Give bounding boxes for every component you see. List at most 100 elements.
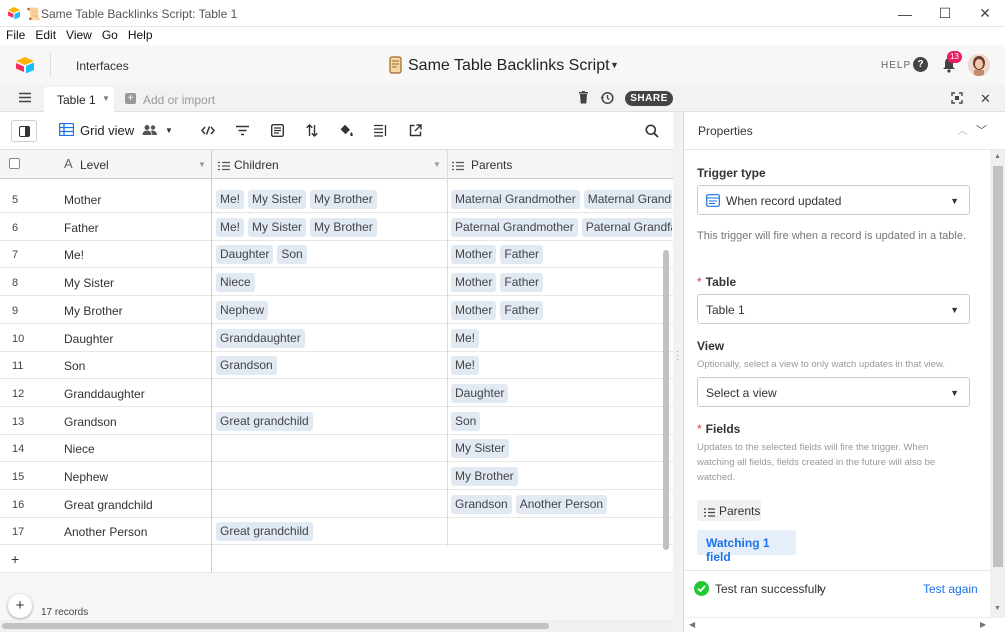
cell-children[interactable]: Great grandchild bbox=[216, 522, 444, 542]
cell-children[interactable] bbox=[216, 495, 444, 515]
share-view-icon[interactable] bbox=[409, 124, 422, 137]
cell-children[interactable] bbox=[216, 439, 444, 459]
cell-level[interactable]: Another Person bbox=[64, 525, 147, 539]
collaborators-icon[interactable] bbox=[142, 124, 158, 136]
tab-table-1[interactable]: Table 1 ▼ bbox=[44, 87, 114, 113]
cell-parents[interactable]: Daughter bbox=[451, 383, 672, 404]
panel-vertical-scrollbar[interactable]: ▲ ▼ bbox=[990, 150, 1005, 617]
linked-record-pill[interactable]: Father bbox=[500, 245, 544, 265]
linked-record-pill[interactable]: Maternal Grandfath bbox=[583, 190, 672, 209]
linked-record-pill[interactable]: Son bbox=[451, 411, 481, 431]
linked-record-pill[interactable]: Daughter bbox=[216, 245, 274, 265]
test-status-text[interactable]: Test ran successfully bbox=[715, 582, 826, 596]
table-row[interactable]: 12 Granddaughter Daughter bbox=[0, 380, 673, 407]
panel-splitter[interactable]: · · · bbox=[673, 112, 683, 632]
table-row[interactable]: 8 My Sister Niece Mother Father bbox=[0, 269, 673, 297]
scroll-down-icon[interactable]: ▼ bbox=[994, 605, 1001, 612]
search-icon[interactable] bbox=[645, 124, 659, 138]
menu-file[interactable]: File bbox=[6, 27, 25, 43]
scroll-left-icon[interactable]: ◀ bbox=[689, 620, 695, 629]
cell-level[interactable]: Great grandchild bbox=[64, 498, 153, 512]
linked-record-pill[interactable]: Paternal Grandfathe bbox=[581, 217, 672, 237]
linked-record-pill[interactable]: Great grandchild bbox=[216, 411, 313, 431]
help-label[interactable]: HELP bbox=[881, 60, 911, 71]
cell-children[interactable]: Daughter Son bbox=[216, 245, 444, 265]
linked-record-pill[interactable]: Paternal Grandmother bbox=[451, 217, 578, 237]
cell-parents[interactable]: Son bbox=[451, 411, 672, 432]
watching-fields-button[interactable]: Watching 1 field bbox=[697, 530, 796, 564]
linked-record-pill[interactable]: Father bbox=[500, 300, 544, 320]
cell-children[interactable]: Nephew bbox=[216, 300, 444, 321]
linked-record-pill[interactable]: Me! bbox=[216, 217, 245, 237]
linked-record-pill[interactable]: Niece bbox=[216, 273, 255, 293]
field-chip-parents[interactable]: Parents bbox=[697, 500, 761, 521]
panel-bottom-scrollbar[interactable]: ◀ ▶ bbox=[684, 617, 1005, 632]
linked-record-pill[interactable]: Grandson bbox=[451, 494, 512, 514]
table-row[interactable]: 6 Father Me! My Sister My Brother Paternal Gr… bbox=[0, 214, 673, 241]
cell-level[interactable]: Father bbox=[64, 221, 99, 235]
airtable-home-icon[interactable] bbox=[15, 56, 35, 74]
linked-record-pill[interactable]: Another Person bbox=[515, 494, 608, 514]
color-icon[interactable] bbox=[339, 124, 354, 137]
cell-parents[interactable]: Mother Father bbox=[451, 300, 672, 321]
cell-children[interactable] bbox=[216, 384, 444, 404]
linked-record-pill[interactable]: Daughter bbox=[451, 383, 509, 403]
table-row[interactable]: 14 Niece My Sister bbox=[0, 435, 673, 463]
close-window-button[interactable]: ✕ bbox=[962, 0, 1005, 27]
base-menu-chevron-icon[interactable]: ▼ bbox=[610, 60, 619, 70]
cell-children[interactable]: Granddaughter bbox=[216, 328, 444, 349]
scroll-up-icon[interactable]: ▲ bbox=[994, 153, 1001, 160]
chevron-up-icon[interactable]: ︿ bbox=[957, 122, 968, 138]
cell-level[interactable]: My Sister bbox=[64, 276, 114, 290]
row-height-icon[interactable] bbox=[374, 124, 387, 137]
cell-parents[interactable]: Grandson Another Person bbox=[451, 494, 672, 515]
cell-parents[interactable]: Mother Father bbox=[451, 273, 672, 293]
linked-record-pill[interactable]: Mother bbox=[451, 300, 497, 320]
cell-parents[interactable]: Maternal GrandmotherMaternal Grandfath bbox=[451, 190, 672, 210]
add-row-button[interactable]: + bbox=[11, 551, 19, 567]
expand-icon[interactable] bbox=[951, 92, 963, 104]
panel-scrollbar-thumb[interactable] bbox=[993, 166, 1003, 567]
add-record-fab[interactable]: + bbox=[8, 594, 32, 618]
horizontal-scrollbar-thumb[interactable] bbox=[2, 623, 549, 629]
table-row[interactable]: 11 Son Grandson Me! bbox=[0, 352, 673, 380]
avatar[interactable] bbox=[968, 54, 990, 76]
hamburger-icon[interactable] bbox=[19, 92, 31, 103]
vertical-scrollbar-thumb[interactable] bbox=[663, 250, 669, 550]
cell-level[interactable]: Daughter bbox=[64, 332, 113, 346]
linked-record-pill[interactable]: My Sister bbox=[451, 439, 510, 459]
linked-record-pill[interactable]: My Brother bbox=[310, 190, 377, 209]
table-row[interactable]: 7 Me! Daughter Son Mother Father bbox=[0, 241, 673, 269]
linked-record-pill[interactable]: Granddaughter bbox=[216, 328, 305, 348]
menu-help[interactable]: Help bbox=[128, 27, 153, 43]
menu-view[interactable]: View bbox=[66, 27, 92, 43]
linked-record-pill[interactable]: My Sister bbox=[248, 217, 307, 237]
cell-children[interactable]: Niece bbox=[216, 273, 444, 293]
table-row[interactable]: 10 Daughter Granddaughter Me! bbox=[0, 325, 673, 352]
cell-parents[interactable] bbox=[451, 522, 672, 542]
cell-level[interactable]: Me! bbox=[64, 248, 84, 262]
linked-record-pill[interactable]: Mother bbox=[451, 245, 497, 265]
test-again-link[interactable]: Test again bbox=[923, 582, 978, 596]
linked-record-pill[interactable]: Mother bbox=[451, 273, 497, 293]
table-row[interactable]: 15 Nephew My Brother bbox=[0, 463, 673, 490]
column-menu-chevron-icon[interactable]: ▼ bbox=[198, 160, 206, 169]
table-row[interactable]: 9 My Brother Nephew Mother Father bbox=[0, 297, 673, 324]
linked-record-pill[interactable]: Maternal Grandmother bbox=[451, 190, 580, 209]
table-row[interactable]: 13 Grandson Great grandchild Son bbox=[0, 408, 673, 435]
linked-record-pill[interactable]: My Sister bbox=[248, 190, 307, 209]
cell-level[interactable]: Mother bbox=[64, 193, 101, 207]
hide-fields-icon[interactable] bbox=[201, 125, 215, 136]
column-header-level[interactable]: Level bbox=[80, 158, 109, 172]
cell-parents[interactable]: Paternal GrandmotherPaternal Grandfathe bbox=[451, 217, 672, 238]
linked-record-pill[interactable]: My Brother bbox=[451, 467, 518, 486]
sort-icon[interactable] bbox=[306, 124, 318, 137]
linked-record-pill[interactable]: Father bbox=[500, 273, 544, 293]
menu-edit[interactable]: Edit bbox=[35, 27, 56, 43]
table-row[interactable]: 17 Another Person Great grandchild bbox=[0, 518, 673, 546]
select-all-checkbox[interactable] bbox=[9, 158, 20, 169]
table-row[interactable]: 16 Great grandchild Grandson Another Person bbox=[0, 491, 673, 518]
cell-parents[interactable]: My Sister bbox=[451, 439, 672, 459]
add-icon[interactable]: + bbox=[125, 93, 136, 104]
chevron-down-icon[interactable]: ﹀ bbox=[976, 122, 987, 138]
